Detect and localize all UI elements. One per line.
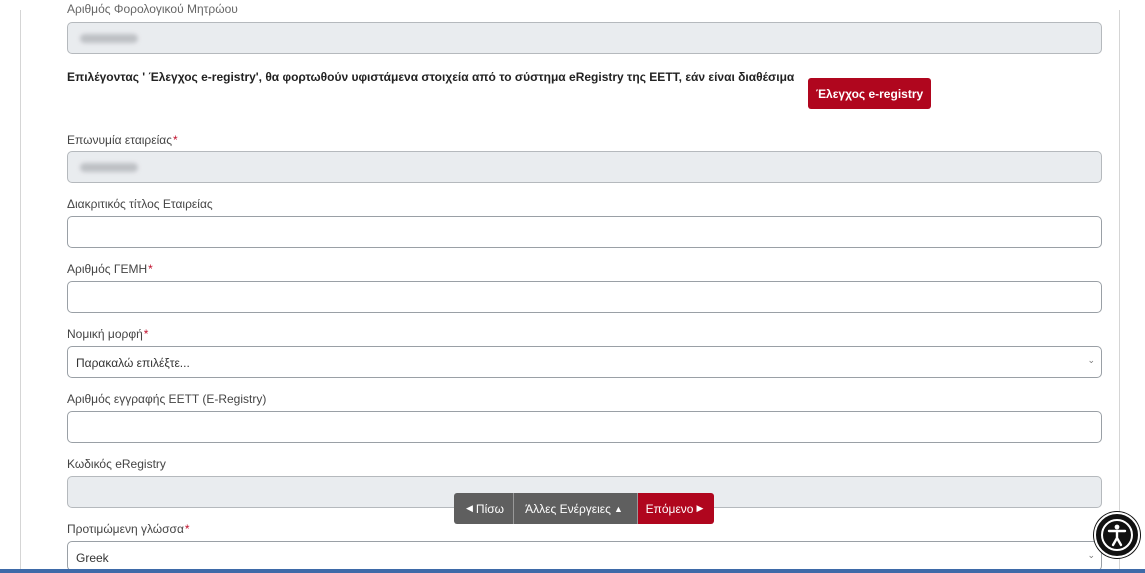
legal-form-label-text: Νομική μορφή	[67, 327, 143, 341]
action-toolbar: ◀ Πίσω Άλλες Ενέργειες ▲ Επόμενο ▶	[454, 493, 714, 524]
required-mark: *	[148, 262, 153, 276]
accessibility-button[interactable]	[1094, 512, 1140, 558]
company-name-label-text: Επωνυμία εταιρείας	[67, 133, 172, 147]
legal-form-label: Νομική μορφή*	[67, 327, 148, 341]
bottom-bar	[0, 569, 1145, 573]
gemi-label-text: Αριθμός ΓΕΜΗ	[67, 262, 148, 276]
language-label-text: Προτιμώμενη γλώσσα	[67, 522, 184, 536]
triangle-up-icon: ▲	[613, 503, 623, 514]
next-label: Επόμενο	[645, 501, 694, 516]
eett-registration-label: Αριθμός εγγραφής ΕΕΤΤ (E-Registry)	[67, 392, 267, 406]
tax-id-label: Αριθμός Φορολογικού Μητρώου	[67, 2, 238, 16]
legal-form-select[interactable]: Παρακαλώ επιλέξτε... ⌄	[67, 346, 1102, 378]
language-select[interactable]: Greek ⌄	[67, 541, 1102, 571]
distinctive-title-input[interactable]	[67, 216, 1102, 248]
accessibility-icon	[1101, 519, 1133, 551]
more-actions-label: Άλλες Ενέργειες	[525, 501, 611, 516]
eregistry-info-text: Επιλέγοντας ' Έλεγχος e-registry', θα φο…	[67, 70, 795, 84]
next-button[interactable]: Επόμενο ▶	[638, 493, 714, 524]
redacted-value	[80, 34, 138, 43]
check-eregistry-button[interactable]: Έλεγχος e-registry	[808, 78, 931, 109]
chevron-down-icon: ⌄	[1087, 355, 1095, 365]
back-button[interactable]: ◀ Πίσω	[454, 493, 514, 524]
triangle-right-icon: ▶	[696, 503, 704, 513]
redacted-value	[80, 163, 138, 172]
required-mark: *	[172, 133, 178, 147]
language-selected: Greek	[76, 551, 109, 565]
more-actions-button[interactable]: Άλλες Ενέργειες ▲	[514, 493, 638, 524]
eregistry-code-label: Κωδικός eRegistry	[67, 457, 166, 471]
chevron-down-icon: ⌄	[1087, 550, 1095, 560]
eett-registration-input[interactable]	[67, 411, 1102, 443]
required-mark: *	[143, 327, 149, 341]
distinctive-title-label: Διακριτικός τίτλος Εταιρείας	[67, 197, 213, 211]
company-name-label: Επωνυμία εταιρείας*	[67, 133, 178, 147]
gemi-label: Αριθμός ΓΕΜΗ*	[67, 262, 153, 276]
company-name-field[interactable]	[67, 151, 1102, 183]
gemi-input[interactable]	[67, 281, 1102, 313]
back-label: Πίσω	[475, 501, 505, 516]
tax-id-field[interactable]	[67, 22, 1102, 54]
language-label: Προτιμώμενη γλώσσα*	[67, 522, 190, 536]
triangle-left-icon: ◀	[465, 503, 473, 513]
legal-form-selected: Παρακαλώ επιλέξτε...	[76, 356, 190, 370]
required-mark: *	[184, 522, 190, 536]
